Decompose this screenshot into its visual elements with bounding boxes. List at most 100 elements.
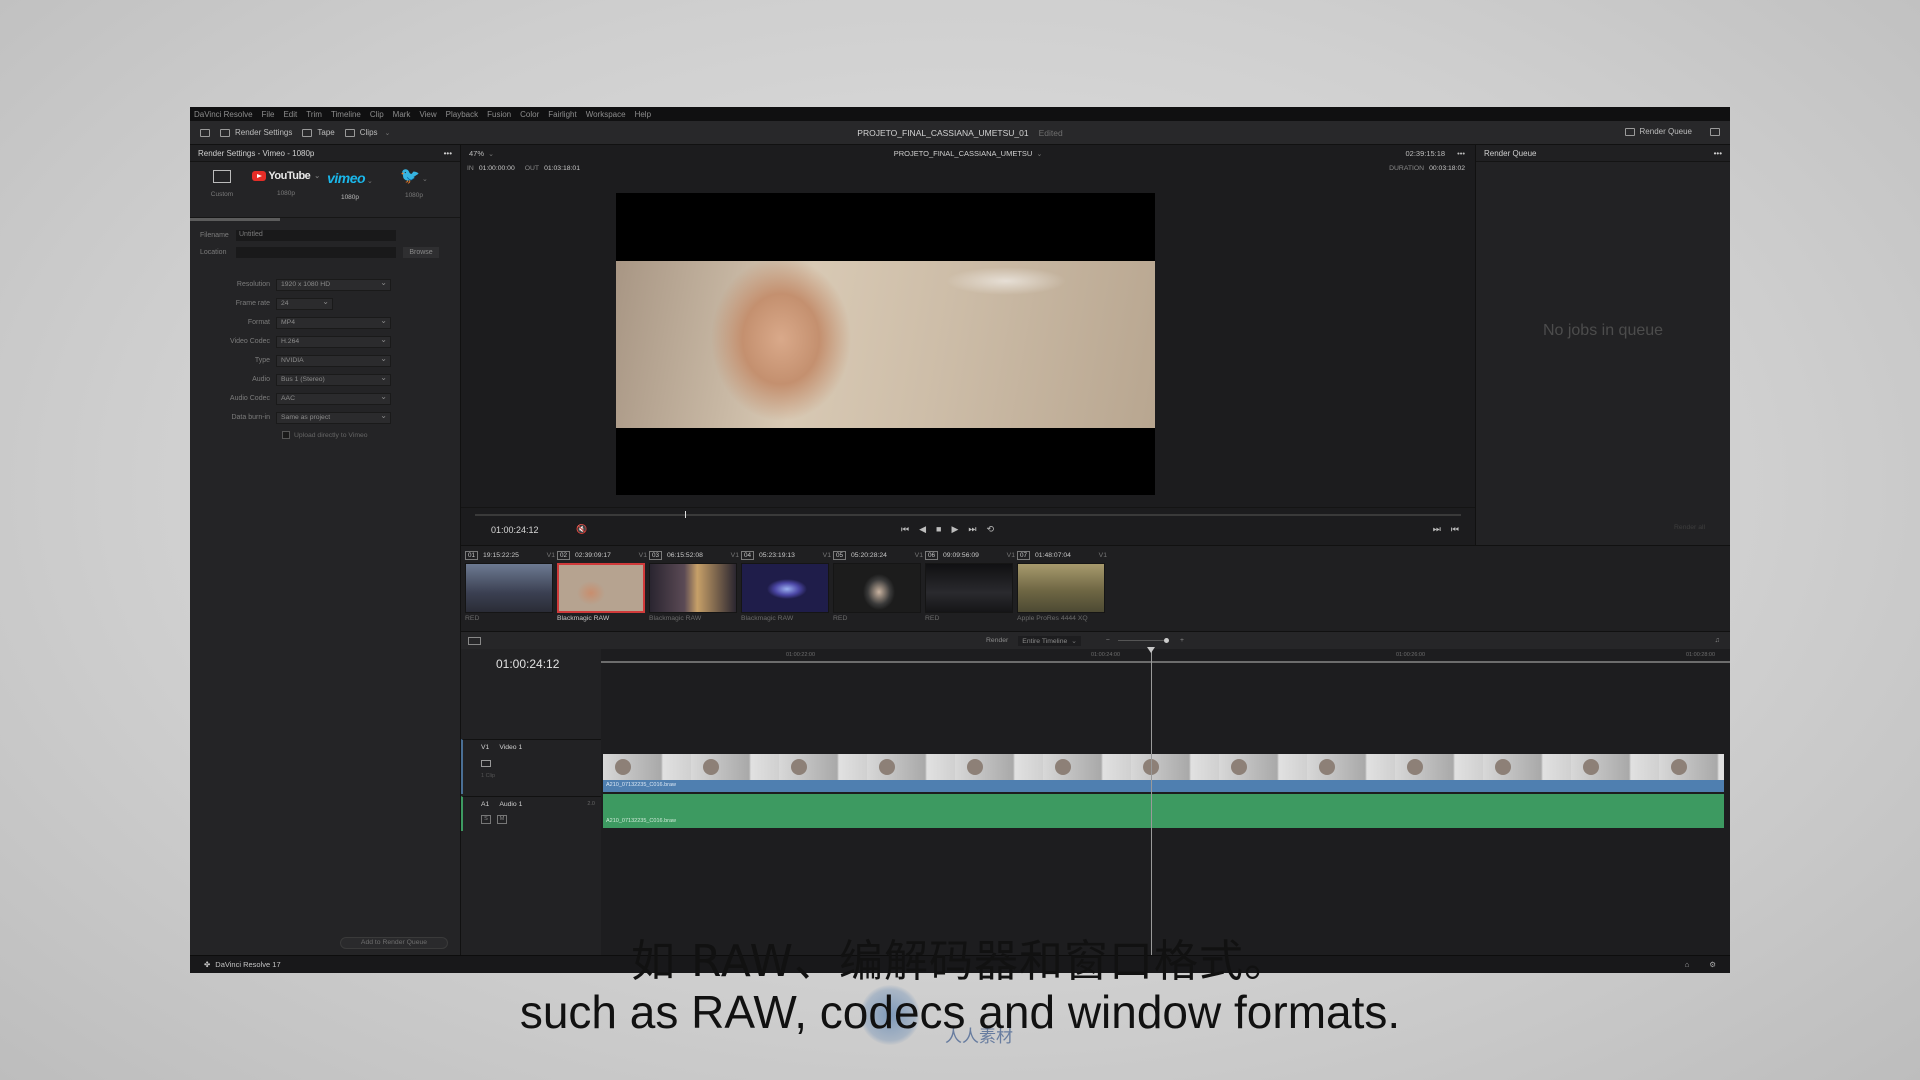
video-track-header[interactable]: V1 Video 1 1 Clip bbox=[461, 739, 601, 794]
project-name: PROJETO_FINAL_CASSIANA_UMETSU_01 bbox=[857, 128, 1029, 138]
track-monitor-icon[interactable] bbox=[481, 760, 491, 767]
play-reverse-icon[interactable]: ◀ bbox=[919, 524, 926, 535]
clip-thumbnail[interactable]: 01 19:15:22:25 V1 RED bbox=[465, 550, 555, 622]
toggle-panel-button[interactable] bbox=[200, 128, 210, 137]
go-to-start-icon[interactable]: ⏮ bbox=[901, 524, 909, 535]
zoom-slider[interactable] bbox=[1118, 638, 1169, 643]
clip-thumbnail[interactable]: 04 05:23:19:13 V1 Blackmagic RAW bbox=[741, 550, 831, 622]
timeline-ruler[interactable]: 01:00:22:00 01:00:24:00 01:00:26:00 01:0… bbox=[601, 649, 1730, 663]
timeline-view-icon[interactable] bbox=[468, 636, 481, 645]
video-clip[interactable]: A210_07132235_C016.braw bbox=[603, 780, 1724, 792]
timeline-name[interactable]: PROJETO_FINAL_CASSIANA_UMETSU ⌄ bbox=[461, 149, 1475, 158]
clip-thumbnail[interactable]: 05 05:20:28:24 V1 RED bbox=[833, 550, 923, 622]
solo-button[interactable]: S bbox=[481, 815, 491, 824]
clip-number: 02 bbox=[557, 550, 571, 560]
zoom-out-icon[interactable]: − bbox=[1106, 637, 1110, 644]
clip-image bbox=[649, 563, 737, 613]
frame-rate-select[interactable]: 24 bbox=[276, 297, 333, 310]
current-timecode: 01:00:24:12 bbox=[491, 525, 539, 535]
resolution-select[interactable]: 1920 x 1080 HD bbox=[276, 278, 391, 291]
menu-edit[interactable]: Edit bbox=[283, 110, 297, 119]
menu-trim[interactable]: Trim bbox=[306, 110, 322, 119]
data-burn-in-row: Data burn-in Same as project bbox=[190, 408, 460, 427]
menu-workspace[interactable]: Workspace bbox=[586, 110, 626, 119]
filmstrip-frame bbox=[879, 759, 895, 775]
audio-clip[interactable]: A210_07132235_C016.braw bbox=[603, 794, 1724, 828]
video-filmstrip[interactable] bbox=[603, 754, 1724, 780]
preset-custom[interactable]: Custom bbox=[190, 170, 254, 198]
clip-track: V1 bbox=[1098, 551, 1107, 559]
preset-vimeo[interactable]: vimeo ⌄ 1080p bbox=[318, 170, 382, 201]
render-range-value: Entire Timeline bbox=[1022, 637, 1068, 645]
render-all-button[interactable]: Render all bbox=[1674, 524, 1705, 531]
audio-icon[interactable]: ♫ bbox=[1715, 637, 1720, 644]
menu-timeline[interactable]: Timeline bbox=[331, 110, 361, 119]
video-codec-select[interactable]: H.264 bbox=[276, 335, 391, 348]
tape-button[interactable]: Tape bbox=[302, 128, 335, 137]
render-range-select[interactable]: Entire Timeline ⌄ bbox=[1018, 635, 1082, 646]
duration-label: DURATION bbox=[1389, 165, 1425, 172]
timeline[interactable]: 01:00:22:00 01:00:24:00 01:00:26:00 01:0… bbox=[601, 647, 1730, 955]
playhead[interactable] bbox=[1147, 647, 1155, 955]
menu-fusion[interactable]: Fusion bbox=[487, 110, 511, 119]
expand-icon[interactable] bbox=[1710, 127, 1720, 136]
scrubber-head[interactable] bbox=[685, 511, 686, 518]
browse-button[interactable]: Browse bbox=[403, 247, 439, 258]
clip-number: 03 bbox=[649, 550, 663, 560]
menu-view[interactable]: View bbox=[419, 110, 436, 119]
duration: DURATION 00:03:18:02 bbox=[1389, 165, 1465, 172]
preset-twitter[interactable]: 🐦 ⌄ 1080p bbox=[382, 168, 446, 200]
audio-track-header[interactable]: A1 Audio 1 2.0 S M bbox=[461, 796, 601, 831]
loop-icon[interactable]: ⟲ bbox=[987, 524, 995, 535]
clip-thumbnail[interactable]: 07 01:48:07:04 V1 Apple ProRes 4444 XQ bbox=[1017, 550, 1107, 622]
more-options-icon[interactable]: ••• bbox=[444, 149, 452, 158]
zoom-in-icon[interactable]: + bbox=[1180, 637, 1184, 644]
format-select[interactable]: MP4 bbox=[276, 316, 391, 329]
clip-thumbnail[interactable]: 06 09:09:56:09 V1 RED bbox=[925, 550, 1015, 622]
clips-button[interactable]: Clips ⌄ bbox=[344, 128, 390, 137]
menu-help[interactable]: Help bbox=[635, 110, 651, 119]
render-queue-button[interactable]: Render Queue bbox=[1624, 127, 1692, 136]
filename-input[interactable]: Untitled bbox=[236, 230, 396, 241]
clip-timecode: 06:15:52:08 bbox=[667, 551, 703, 559]
next-frame-icon[interactable]: ⏭ bbox=[1433, 524, 1441, 535]
preset-youtube[interactable]: YouTube ⌄ 1080p bbox=[252, 170, 320, 197]
viewer-options-icon[interactable]: ••• bbox=[1457, 149, 1465, 158]
clip-thumbnail[interactable]: 03 06:15:52:08 V1 Blackmagic RAW bbox=[649, 550, 739, 622]
zoom-slider-handle[interactable] bbox=[1164, 638, 1169, 643]
resolution-label: Resolution bbox=[236, 281, 270, 288]
previous-frame-icon[interactable]: ⏮ bbox=[1451, 524, 1459, 535]
type-row: Type NVIDIA bbox=[190, 351, 460, 370]
mute-icon[interactable]: 🔇 bbox=[576, 524, 587, 535]
clip-timecode: 05:23:19:13 bbox=[759, 551, 795, 559]
menu-playback[interactable]: Playback bbox=[446, 110, 478, 119]
upload-checkbox[interactable] bbox=[282, 431, 290, 439]
davinci-window: DaVinci Resolve File Edit Trim Timeline … bbox=[190, 107, 1730, 973]
menu-mark[interactable]: Mark bbox=[393, 110, 411, 119]
play-icon[interactable]: ▶ bbox=[951, 524, 958, 535]
chevron-down-icon: ⌄ bbox=[367, 178, 373, 185]
menu-fairlight[interactable]: Fairlight bbox=[548, 110, 576, 119]
queue-options-icon[interactable]: ••• bbox=[1714, 149, 1722, 158]
menu-color[interactable]: Color bbox=[520, 110, 539, 119]
filename-label: Filename bbox=[200, 232, 229, 239]
type-select[interactable]: NVIDIA bbox=[276, 354, 391, 367]
audio-codec-select[interactable]: AAC bbox=[276, 392, 391, 405]
mute-button[interactable]: M bbox=[497, 815, 507, 824]
location-input[interactable] bbox=[236, 247, 396, 258]
go-to-end-icon[interactable]: ⏭ bbox=[968, 524, 976, 535]
render-settings-panel: Render Settings - Vimeo - 1080p ••• Cust… bbox=[190, 145, 461, 955]
twitter-icon: 🐦 bbox=[400, 168, 421, 185]
filmstrip-frame bbox=[1495, 759, 1511, 775]
menu-app[interactable]: DaVinci Resolve bbox=[194, 110, 253, 119]
preset-youtube-sub: 1080p bbox=[276, 190, 296, 197]
youtube-logo: YouTube ⌄ bbox=[252, 170, 320, 182]
stop-icon[interactable]: ■ bbox=[936, 524, 941, 535]
render-settings-button[interactable]: Render Settings bbox=[220, 128, 292, 137]
menu-file[interactable]: File bbox=[262, 110, 275, 119]
scrubber[interactable] bbox=[475, 511, 1461, 518]
data-burn-in-select[interactable]: Same as project bbox=[276, 411, 391, 424]
audio-select[interactable]: Bus 1 (Stereo) bbox=[276, 373, 391, 386]
menu-clip[interactable]: Clip bbox=[370, 110, 384, 119]
clip-thumbnail[interactable]: 02 02:39:09:17 V1 Blackmagic RAW bbox=[557, 550, 647, 622]
